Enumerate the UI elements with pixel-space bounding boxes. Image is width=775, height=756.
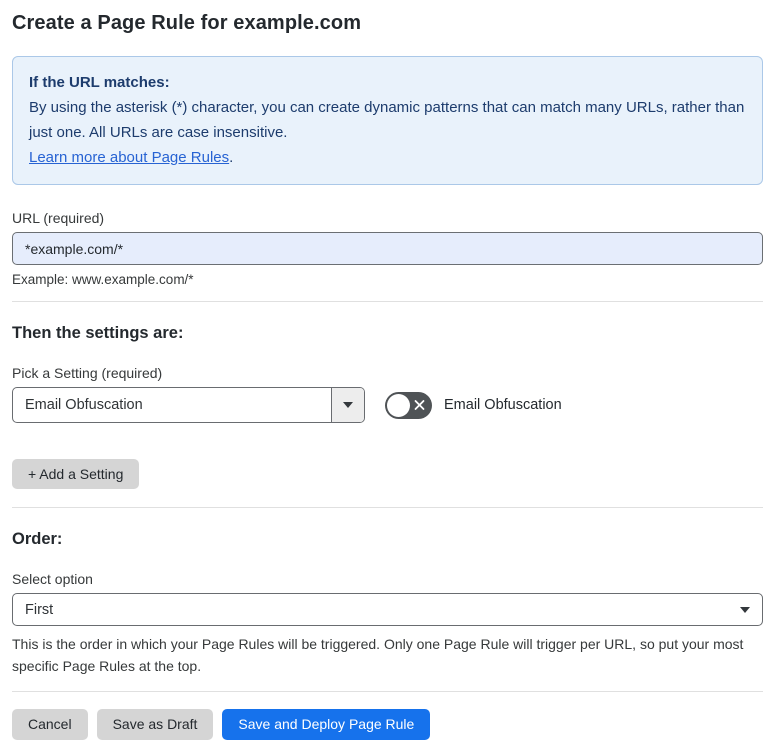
info-box-heading: If the URL matches: [29,74,170,91]
footer-actions: Cancel Save as Draft Save and Deploy Pag… [12,709,763,740]
toggle-knob [387,393,410,417]
setting-select[interactable]: Email Obfuscation [12,387,365,423]
url-field-label: URL (required) [12,210,105,226]
save-as-draft-button[interactable]: Save as Draft [96,709,214,740]
info-box-body: By using the asterisk (*) character, you… [29,99,745,141]
info-box-link-line: Learn more about Page Rules. [29,145,746,170]
learn-more-link[interactable]: Learn more about Page Rules [29,149,229,166]
toggle-label: Email Obfuscation [444,397,562,413]
url-input[interactable] [12,232,763,265]
setting-select-arrow-button[interactable] [331,388,364,422]
pick-setting-label: Pick a Setting (required) [12,365,163,381]
setting-row: Email Obfuscation Email Obfuscation [12,387,763,423]
divider [12,301,763,302]
caret-down-icon [343,402,353,408]
order-select-label: Select option [12,571,93,587]
caret-down-icon [740,606,750,613]
toggle-x-icon [414,400,425,411]
cancel-button[interactable]: Cancel [12,709,88,740]
add-setting-button[interactable]: + Add a Setting [12,459,140,489]
divider [12,507,763,508]
order-select[interactable]: First [12,593,763,626]
order-help-text: This is the order in which your Page Rul… [12,636,744,674]
order-section-heading: Order: [12,530,63,548]
url-match-info-box: If the URL matches: By using the asteris… [12,56,763,185]
email-obfuscation-toggle[interactable] [385,391,432,419]
save-and-deploy-button[interactable]: Save and Deploy Page Rule [222,709,431,740]
divider [12,691,763,692]
link-suffix: . [229,149,234,166]
page-title: Create a Page Rule for example.com [12,12,362,34]
setting-select-value: Email Obfuscation [25,397,143,413]
settings-section-heading: Then the settings are: [12,324,184,342]
order-select-value: First [25,601,54,618]
page-rule-form: Create a Page Rule for example.com If th… [0,0,775,756]
url-example-text: Example: www.example.com/* [12,272,194,287]
